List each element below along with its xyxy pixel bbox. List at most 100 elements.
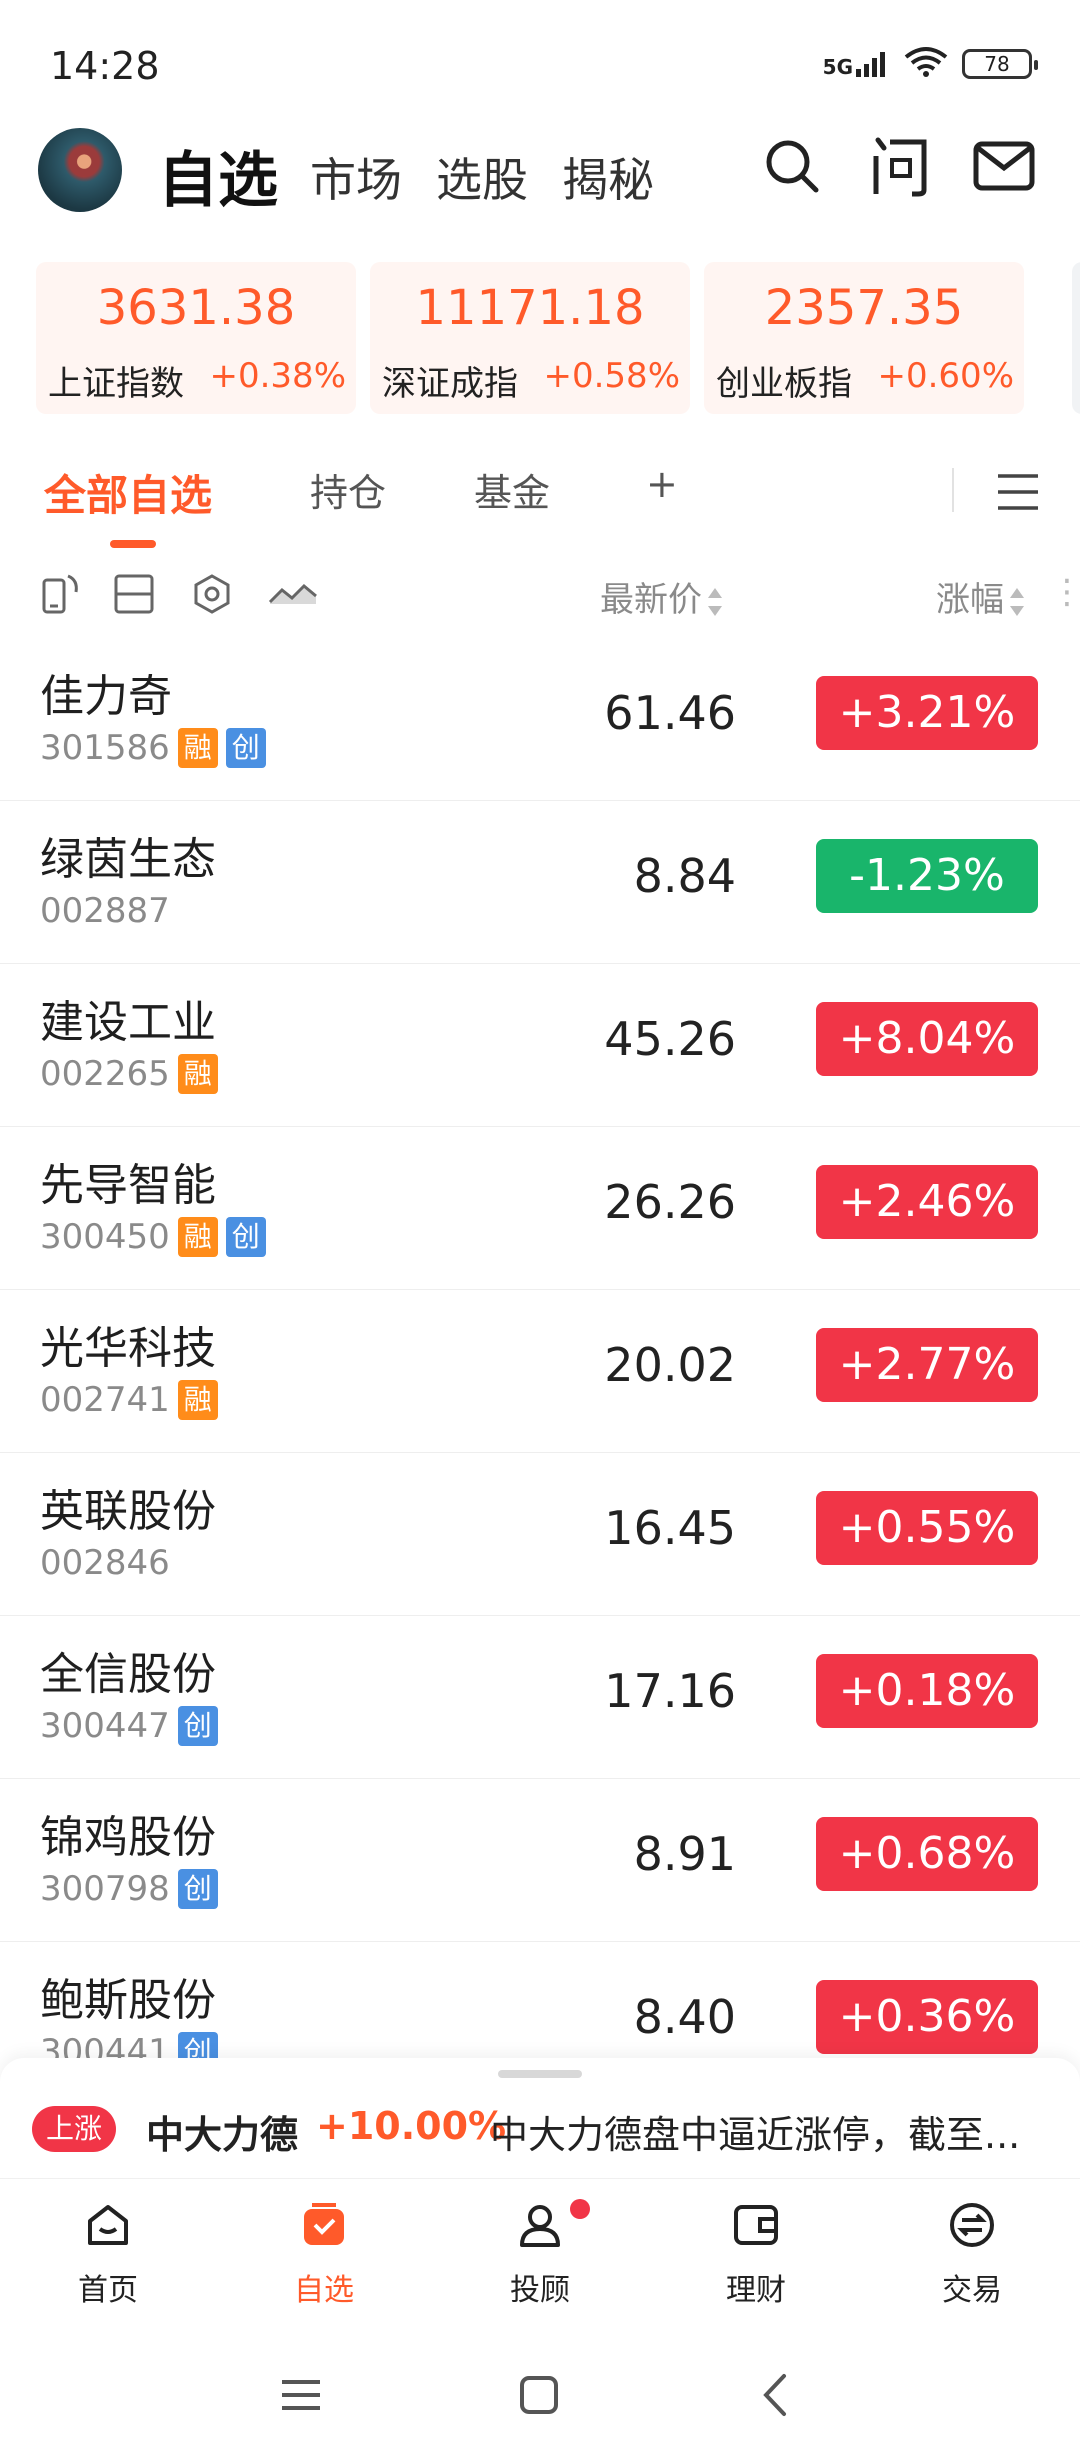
- stock-change-badge[interactable]: +0.36%: [816, 1980, 1038, 2054]
- nav-label: 自选: [294, 2273, 354, 2308]
- mail-icon[interactable]: [972, 134, 1036, 198]
- drag-handle[interactable]: [498, 2070, 582, 2078]
- stock-row[interactable]: 英联股份 002846 16.45 +0.55%: [0, 1453, 1080, 1616]
- stock-change-badge[interactable]: +2.77%: [816, 1328, 1038, 1402]
- system-back-icon[interactable]: [754, 2372, 800, 2418]
- news-change: +10.00%: [316, 2104, 507, 2148]
- stock-price: 17.16: [604, 1664, 736, 1718]
- index-card-shenzhen[interactable]: 11171.18 深证成指 +0.58%: [370, 262, 690, 414]
- divider: [952, 468, 954, 512]
- stock-code-line: 002741 融: [40, 1380, 218, 1420]
- status-bar: 14:28 5G 78: [0, 0, 1080, 120]
- list-toolbar: 最新价 涨幅 ⋮: [0, 560, 1080, 630]
- layout-icon[interactable]: [112, 572, 156, 616]
- more-columns-icon[interactable]: ⋮: [1050, 572, 1080, 612]
- stock-row[interactable]: 鲍斯股份 300441 创 8.40 +0.36%: [0, 1942, 1080, 2058]
- tab-add[interactable]: +: [646, 462, 678, 506]
- stock-price: 8.84: [633, 849, 736, 903]
- header-tab-market[interactable]: 市场: [310, 144, 402, 210]
- advisor-icon: [516, 2201, 564, 2249]
- stock-row[interactable]: 先导智能 300450 融创 26.26 +2.46%: [0, 1127, 1080, 1290]
- margin-badge: 融: [177, 1380, 218, 1420]
- stock-change-badge[interactable]: +0.18%: [816, 1654, 1038, 1728]
- news-ticker[interactable]: 上涨 中大力德 +10.00% 中大力德盘中逼近涨停，截至...: [0, 2058, 1080, 2178]
- index-card-shanghai[interactable]: 3631.38 上证指数 +0.38%: [36, 262, 356, 414]
- header-tab-stock-picker[interactable]: 选股: [436, 144, 528, 210]
- nav-label: 理财: [726, 2273, 786, 2308]
- signal-icon: 5G: [823, 51, 890, 77]
- stock-name: 全信股份: [40, 1649, 216, 1700]
- bottom-nav: 首页 自选 投顾 理财 交易: [0, 2178, 1080, 2328]
- news-stock: 中大力德: [146, 2113, 299, 2157]
- stock-name: 先导智能: [40, 1160, 216, 1211]
- stock-list: 佳力奇 301586 融创 61.46 +3.21% 绿茵生态 002887 8.84 -1.2…: [0, 638, 1080, 2058]
- stock-change-badge[interactable]: +2.46%: [816, 1165, 1038, 1239]
- stock-change-badge[interactable]: +0.55%: [816, 1491, 1038, 1565]
- battery-level: 78: [984, 52, 1010, 76]
- stock-change-badge[interactable]: +0.68%: [816, 1817, 1038, 1891]
- nav-watchlist[interactable]: 自选: [216, 2179, 432, 2329]
- search-icon[interactable]: [760, 134, 824, 198]
- status-icons: 5G 78: [823, 46, 1038, 82]
- phone-sync-icon[interactable]: [38, 572, 82, 616]
- system-home-icon[interactable]: [516, 2372, 562, 2418]
- index-card-more[interactable]: [1072, 262, 1080, 414]
- home-icon: [84, 2201, 132, 2249]
- nav-label: 首页: [78, 2273, 138, 2308]
- column-header-change-label: 涨幅: [936, 580, 1004, 620]
- chinext-badge: 创: [177, 1706, 218, 1746]
- menu-icon[interactable]: [996, 472, 1040, 512]
- stock-code: 300798: [40, 1869, 170, 1909]
- stock-code: 002887: [40, 891, 170, 931]
- sort-icon: [708, 587, 722, 616]
- tab-all-watchlist[interactable]: 全部自选: [44, 462, 212, 523]
- system-nav: [0, 2328, 1080, 2460]
- stock-price: 26.26: [604, 1175, 736, 1229]
- status-time: 14:28: [50, 44, 160, 88]
- tab-holdings[interactable]: 持仓: [310, 462, 386, 517]
- header-tab-reveal[interactable]: 揭秘: [562, 144, 654, 210]
- column-header-change[interactable]: 涨幅: [936, 572, 1024, 621]
- stock-change-badge[interactable]: +8.04%: [816, 1002, 1038, 1076]
- stock-row[interactable]: 建设工业 002265 融 45.26 +8.04%: [0, 964, 1080, 1127]
- active-tab-indicator: [110, 540, 156, 548]
- stock-row[interactable]: 全信股份 300447 创 17.16 +0.18%: [0, 1616, 1080, 1779]
- battery-icon: 78: [962, 49, 1038, 79]
- stock-name: 英联股份: [40, 1486, 216, 1537]
- stock-row[interactable]: 绿茵生态 002887 8.84 -1.23%: [0, 801, 1080, 964]
- system-menu-icon[interactable]: [278, 2372, 324, 2418]
- stock-row[interactable]: 锦鸡股份 300798 创 8.91 +0.68%: [0, 1779, 1080, 1942]
- stock-code: 300450: [40, 1217, 170, 1257]
- stock-row[interactable]: 光华科技 002741 融 20.02 +2.77%: [0, 1290, 1080, 1453]
- index-card-chinext[interactable]: 2357.35 创业板指 +0.60%: [704, 262, 1024, 414]
- index-cards: 3631.38 上证指数 +0.38% 11171.18 深证成指 +0.58%…: [36, 262, 1080, 414]
- column-header-price[interactable]: 最新价: [600, 572, 722, 621]
- wallet-icon: [732, 2201, 780, 2249]
- nav-home[interactable]: 首页: [0, 2179, 216, 2329]
- stock-code-line: 002265 融: [40, 1054, 218, 1094]
- stock-price: 45.26: [604, 1012, 736, 1066]
- stock-row[interactable]: 佳力奇 301586 融创 61.46 +3.21%: [0, 638, 1080, 801]
- trend-icon[interactable]: [268, 572, 318, 616]
- nav-advisor[interactable]: 投顾: [432, 2179, 648, 2329]
- avatar[interactable]: [38, 128, 122, 212]
- page-title[interactable]: 自选: [158, 132, 278, 219]
- stock-change-badge[interactable]: -1.23%: [816, 839, 1038, 913]
- settings-icon[interactable]: [190, 572, 234, 616]
- stock-code-line: 002887: [40, 891, 170, 931]
- nav-label: 交易: [942, 2273, 1002, 2308]
- margin-badge: 融: [177, 728, 218, 768]
- watchlist-tabs: 全部自选 持仓 基金 +: [0, 448, 1080, 558]
- chinext-badge: 创: [225, 728, 266, 768]
- tab-funds[interactable]: 基金: [474, 462, 550, 517]
- stock-change-badge[interactable]: +3.21%: [816, 676, 1038, 750]
- nav-trade[interactable]: 交易: [864, 2179, 1080, 2329]
- exchange-icon: [948, 2201, 996, 2249]
- stock-price: 8.91: [633, 1827, 736, 1881]
- margin-badge: 融: [177, 1054, 218, 1094]
- nav-wealth[interactable]: 理财: [648, 2179, 864, 2329]
- watchlist-icon: [300, 2201, 348, 2249]
- index-change: +0.58%: [543, 356, 681, 396]
- stock-code-line: 301586 融创: [40, 728, 266, 768]
- question-icon[interactable]: [868, 134, 932, 198]
